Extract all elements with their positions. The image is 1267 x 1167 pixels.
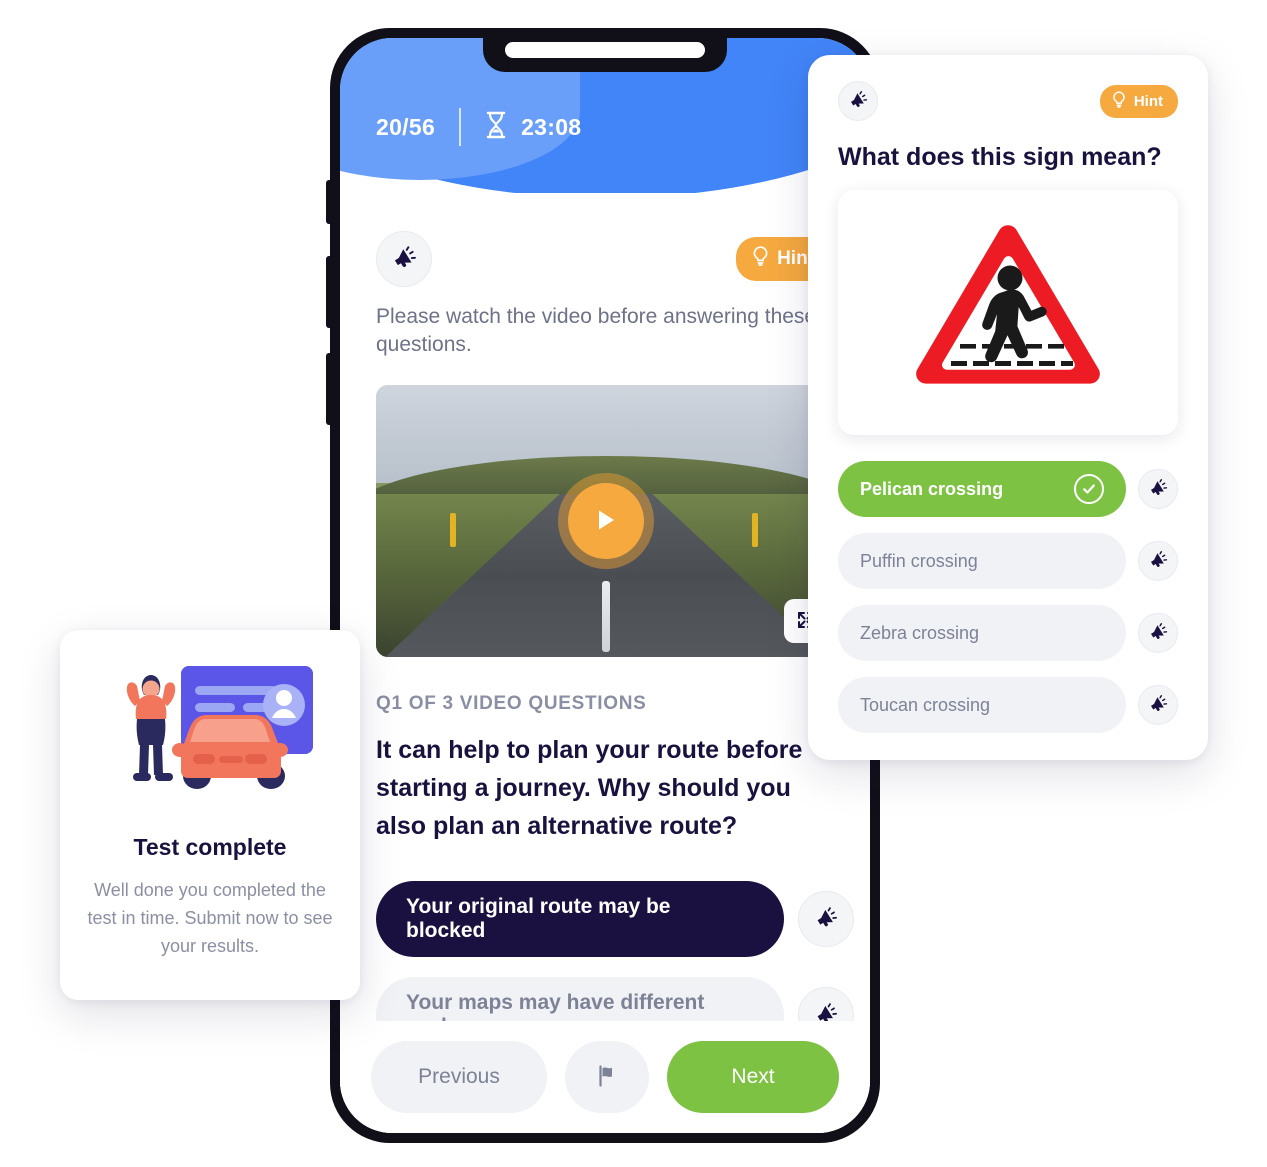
megaphone-icon bbox=[1148, 694, 1168, 717]
phone-volume-down-button[interactable] bbox=[326, 353, 333, 425]
question-text: It can help to plan your route before st… bbox=[376, 736, 803, 840]
result-description: Well done you completed the test in time… bbox=[87, 880, 333, 956]
header-status-row: 20/56 23:08 bbox=[376, 108, 581, 146]
sign-answer-list: Pelican crossing Puffin crossing Zebra c… bbox=[838, 461, 1178, 733]
video-player[interactable] bbox=[376, 385, 836, 657]
answer-row: Pelican crossing bbox=[838, 461, 1178, 517]
megaphone-icon-button[interactable] bbox=[798, 891, 854, 947]
screenshot-root: 20/56 23:08 Hint Please watch the video … bbox=[0, 0, 1267, 1167]
answer-option[interactable]: Toucan crossing bbox=[838, 677, 1126, 733]
question-navigation-bar: Previous Next bbox=[340, 1021, 870, 1133]
answer-row: Puffin crossing bbox=[838, 533, 1178, 589]
question-top-controls: Hint bbox=[376, 231, 834, 287]
megaphone-icon bbox=[1148, 550, 1168, 573]
phone-mockup: 20/56 23:08 Hint Please watch the video … bbox=[326, 28, 880, 1143]
answer-option[interactable]: Pelican crossing bbox=[838, 461, 1126, 517]
sign-question-text: What does this sign mean? bbox=[838, 143, 1162, 171]
megaphone-icon bbox=[1148, 478, 1168, 501]
phone-silent-switch[interactable] bbox=[326, 180, 333, 224]
video-road-marking bbox=[602, 580, 610, 652]
answer-option-label: Pelican crossing bbox=[860, 478, 1004, 499]
next-button[interactable]: Next bbox=[667, 1041, 839, 1113]
megaphone-icon bbox=[1148, 622, 1168, 645]
phone-volume-up-button[interactable] bbox=[326, 256, 333, 328]
answer-row: Your original route may be blocked bbox=[376, 881, 854, 957]
hint-button[interactable]: Hint bbox=[1099, 84, 1178, 118]
timer-text: 23:08 bbox=[521, 113, 582, 140]
play-button[interactable] bbox=[568, 483, 644, 559]
flag-icon bbox=[594, 1063, 620, 1092]
megaphone-icon-button[interactable] bbox=[1138, 469, 1178, 509]
watch-video-note: Please watch the video before answering … bbox=[376, 305, 834, 357]
phone-content: Hint Please watch the video before answe… bbox=[340, 193, 870, 1133]
header-divider bbox=[459, 108, 462, 146]
notch-speaker bbox=[505, 42, 705, 58]
megaphone-icon bbox=[391, 245, 417, 274]
sign-question-card: Hint What does this sign mean? Pelican c… bbox=[808, 55, 1208, 760]
lightbulb-icon bbox=[1112, 90, 1126, 112]
question-counter-label: Q1 OF 3 VIDEO QUESTIONS bbox=[376, 693, 647, 714]
phone-screen: 20/56 23:08 Hint Please watch the video … bbox=[340, 38, 870, 1133]
test-complete-card: Test complete Well done you completed th… bbox=[60, 630, 360, 1000]
play-icon bbox=[593, 506, 619, 537]
pedestrian-crossing-warning-sign-icon bbox=[899, 216, 1117, 409]
phone-notch bbox=[483, 38, 727, 72]
hourglass-icon bbox=[485, 111, 507, 144]
megaphone-icon bbox=[848, 90, 868, 113]
megaphone-icon-button[interactable] bbox=[838, 81, 878, 121]
previous-button[interactable]: Previous bbox=[371, 1041, 547, 1113]
lightbulb-icon bbox=[752, 246, 769, 272]
answer-option[interactable]: Puffin crossing bbox=[838, 533, 1126, 589]
answer-row: Zebra crossing bbox=[838, 605, 1178, 661]
timer-group: 23:08 bbox=[485, 111, 581, 144]
person-celebrating-car-licence-illustration-icon bbox=[93, 658, 328, 808]
result-title: Test complete bbox=[133, 834, 287, 860]
sign-card-top-controls: Hint bbox=[838, 81, 1178, 121]
sign-image-container bbox=[838, 190, 1178, 435]
answer-row: Toucan crossing bbox=[838, 677, 1178, 733]
megaphone-icon bbox=[814, 906, 838, 933]
progress-counter: 20/56 bbox=[376, 113, 436, 140]
megaphone-icon-button[interactable] bbox=[1138, 613, 1178, 653]
answer-option[interactable]: Your original route may be blocked bbox=[376, 881, 784, 957]
megaphone-icon-button[interactable] bbox=[376, 231, 432, 287]
video-roadside-post-right bbox=[751, 512, 758, 547]
flag-button[interactable] bbox=[565, 1041, 649, 1113]
video-roadside-post-left bbox=[449, 512, 456, 547]
megaphone-icon-button[interactable] bbox=[1138, 541, 1178, 581]
answer-option[interactable]: Zebra crossing bbox=[838, 605, 1126, 661]
hint-button-label: Hint bbox=[1133, 92, 1163, 110]
check-icon bbox=[1074, 474, 1104, 504]
megaphone-icon-button[interactable] bbox=[1138, 685, 1178, 725]
